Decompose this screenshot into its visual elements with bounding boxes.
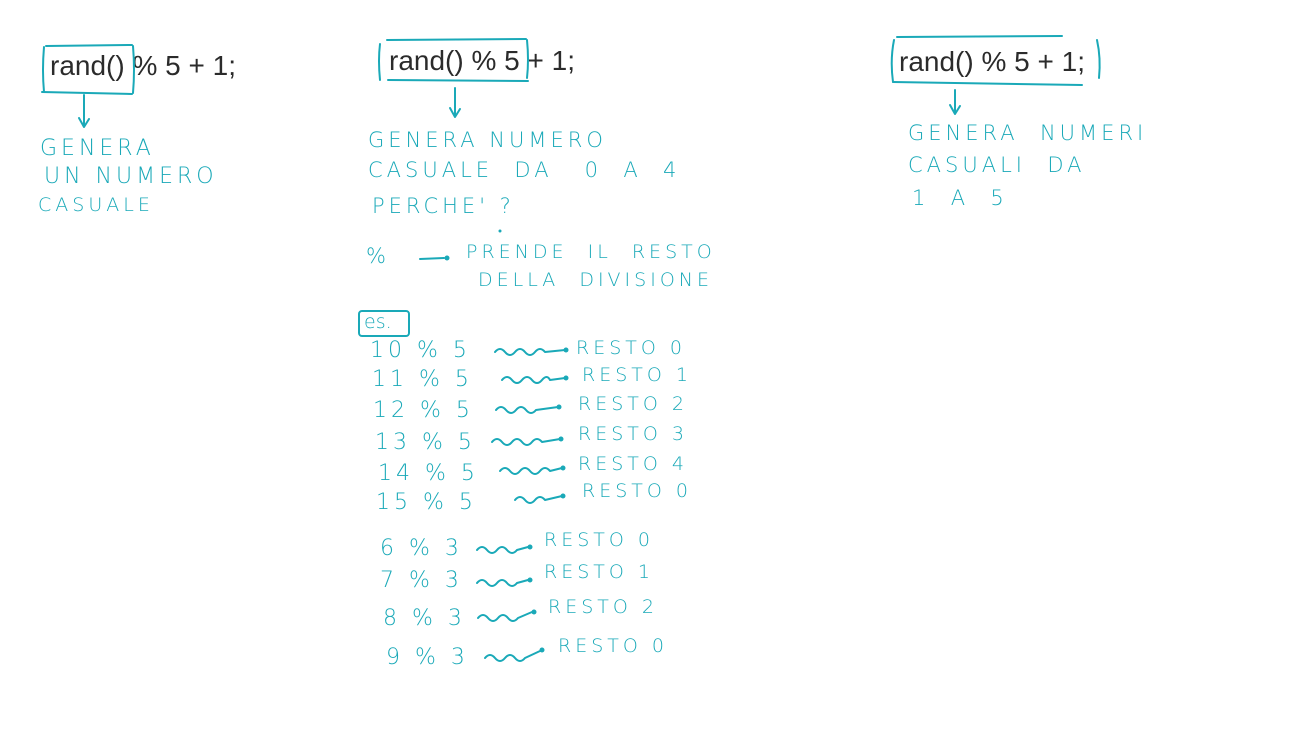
left-note-line-1: GENERA xyxy=(40,136,155,161)
example-label: es. xyxy=(364,311,392,333)
example-result-4: RESTO 3 xyxy=(578,423,688,445)
example3-result-3: RESTO 2 xyxy=(548,596,658,618)
modulo-arrow xyxy=(419,255,450,261)
wavy-arrow-9 xyxy=(477,609,537,622)
middle-code-line: rand() % 5 + 1; xyxy=(389,45,575,76)
example-expr-3: 12 % 5 xyxy=(373,398,474,423)
left-note-line-2: UN NUMERO xyxy=(44,164,218,189)
right-note-line-2: CASUALI DA xyxy=(908,153,1086,177)
modulo-explanation-line-1: PRENDE IL RESTO xyxy=(466,241,716,263)
right-note-line-3: 1 A 5 xyxy=(912,186,1008,210)
wavy-arrow-1 xyxy=(494,347,569,356)
middle-note-line-1: GENERA NUMERO xyxy=(368,128,607,152)
left-arrow xyxy=(78,94,90,128)
example3-expr-2: 7 % 3 xyxy=(380,568,463,593)
right-arrow xyxy=(949,89,961,115)
example-result-2: RESTO 1 xyxy=(582,364,692,386)
left-code-line: rand() % 5 + 1; xyxy=(50,50,236,81)
wavy-arrow-6 xyxy=(514,493,566,504)
whiteboard-canvas: rand() % 5 + 1; GENERA UN NUMERO CASUALE… xyxy=(0,0,1305,732)
middle-arrow xyxy=(449,87,461,118)
example3-result-1: RESTO 0 xyxy=(544,529,654,551)
example3-result-2: RESTO 1 xyxy=(544,561,654,583)
wavy-arrow-3 xyxy=(495,404,562,414)
modulo-symbol: % xyxy=(366,244,390,268)
example3-result-4: RESTO 0 xyxy=(558,635,668,657)
wavy-arrow-7 xyxy=(476,544,533,554)
modulo-explanation-line-2: DELLA DIVISIONE xyxy=(478,269,713,291)
example-expr-1: 10 % 5 xyxy=(370,338,471,363)
example3-expr-4: 9 % 3 xyxy=(386,645,469,670)
example-result-6: RESTO 0 xyxy=(582,480,692,502)
example-result-5: RESTO 4 xyxy=(578,453,688,475)
example-expr-2: 11 % 5 xyxy=(372,367,473,392)
example-result-1: RESTO 0 xyxy=(576,337,686,359)
right-note-line-1: GENERA NUMERI xyxy=(908,121,1148,145)
example-result-3: RESTO 2 xyxy=(578,393,688,415)
right-code-line: rand() % 5 + 1; xyxy=(899,46,1085,77)
wavy-arrow-5 xyxy=(499,465,566,475)
example-expr-5: 14 % 5 xyxy=(378,461,479,486)
left-note-line-3: CASUALE xyxy=(38,194,154,216)
wavy-arrow-2 xyxy=(501,375,569,384)
example-expr-4: 13 % 5 xyxy=(375,430,476,455)
middle-note-line-2: CASUALE DA 0 A 4 xyxy=(368,158,681,182)
example3-expr-3: 8 % 3 xyxy=(383,606,466,631)
example3-expr-1: 6 % 3 xyxy=(380,536,463,561)
wavy-arrow-8 xyxy=(476,577,533,587)
middle-note-line-3: PERCHE' ? xyxy=(372,194,515,218)
wavy-arrow-4 xyxy=(491,436,564,446)
wavy-arrow-10 xyxy=(484,647,545,662)
example-expr-6: 15 % 5 xyxy=(376,490,477,515)
